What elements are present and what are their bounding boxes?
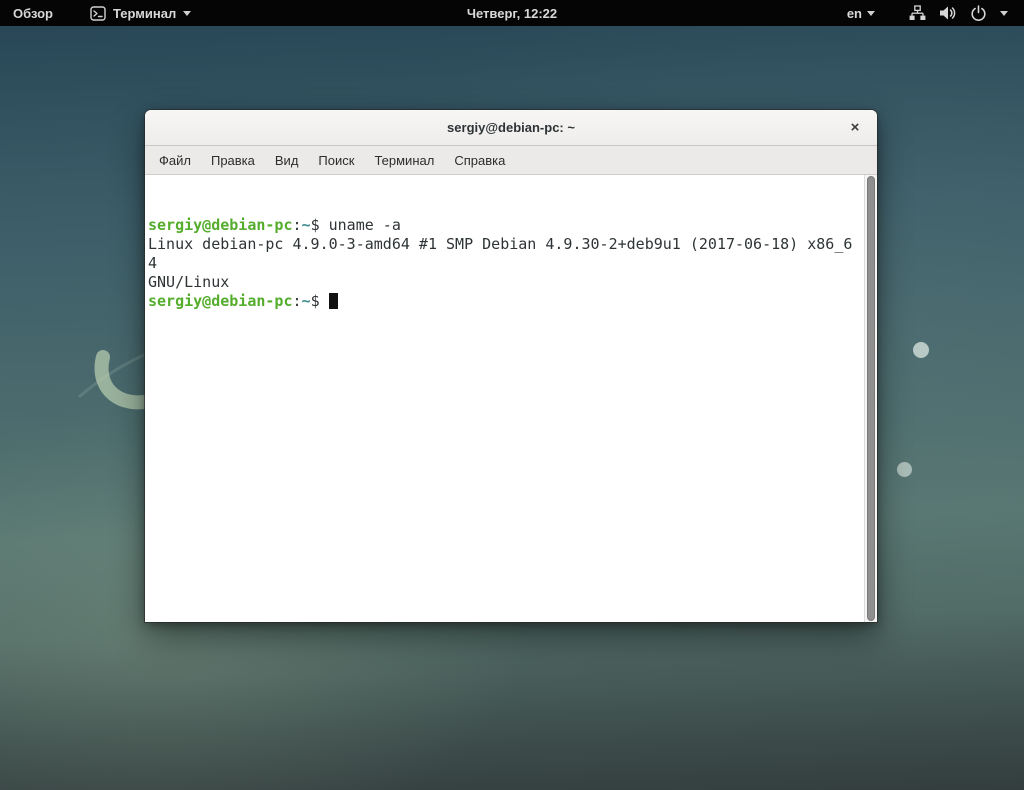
clock-label: Четверг, 12:22 bbox=[466, 5, 558, 21]
scrollbar[interactable] bbox=[864, 175, 877, 622]
gnome-top-bar: Обзор Терминал Четверг, 12:22 en bbox=[0, 0, 1024, 26]
terminal-text-segment: : bbox=[292, 216, 302, 234]
terminal-text-segment: $ bbox=[310, 292, 329, 310]
volume-icon bbox=[939, 5, 957, 21]
terminal-line: Linux debian-pc 4.9.0-3-amd64 #1 SMP Deb… bbox=[148, 235, 861, 273]
power-icon bbox=[970, 4, 987, 22]
window-titlebar[interactable]: sergiy@debian-pc: ~ × bbox=[145, 110, 877, 146]
terminal-cursor bbox=[328, 293, 338, 309]
chevron-down-icon bbox=[1000, 10, 1008, 16]
terminal-text-segment: sergiy@debian-pc bbox=[148, 216, 293, 234]
terminal-line: sergiy@debian-pc:~$ uname -a bbox=[148, 216, 861, 235]
terminal-text-segment: sergiy@debian-pc bbox=[148, 292, 293, 310]
close-button[interactable]: × bbox=[845, 118, 865, 138]
menu-item-search[interactable]: Поиск bbox=[308, 149, 364, 172]
window-title: sergiy@debian-pc: ~ bbox=[447, 120, 575, 135]
terminal-window: sergiy@debian-pc: ~ × Файл Правка Вид Поиск… bbox=[145, 110, 877, 622]
keyboard-layout-button[interactable]: en bbox=[837, 0, 885, 26]
terminal-menubar: Файл Правка Вид Поиск Терминал Справка bbox=[145, 146, 877, 175]
menu-item-view[interactable]: Вид bbox=[265, 149, 309, 172]
terminal-text-segment: : bbox=[292, 292, 302, 310]
activities-button[interactable]: Обзор bbox=[0, 0, 66, 26]
terminal-text-segment: ~ bbox=[301, 216, 311, 234]
terminal-screen[interactable]: sergiy@debian-pc:~$ uname -a Linux debian… bbox=[145, 175, 877, 622]
menu-item-help[interactable]: Справка bbox=[444, 149, 515, 172]
terminal-text-segment: GNU/Linux bbox=[148, 273, 230, 291]
chevron-down-icon bbox=[867, 10, 875, 16]
activities-label: Обзор bbox=[13, 5, 53, 21]
terminal-line: sergiy@debian-pc:~$ bbox=[148, 292, 861, 311]
clock-button[interactable]: Четверг, 12:22 bbox=[459, 0, 565, 26]
terminal-text-segment: ~ bbox=[301, 292, 311, 310]
keyboard-layout-label: en bbox=[846, 5, 862, 21]
wallpaper-dot bbox=[897, 462, 912, 477]
terminal-line: GNU/Linux bbox=[148, 273, 861, 292]
terminal-text-segment: Linux debian-pc 4.9.0-3-amd64 #1 SMP Deb… bbox=[148, 235, 853, 272]
app-menu-button[interactable]: Терминал bbox=[82, 0, 199, 26]
app-menu-label: Терминал bbox=[113, 5, 177, 21]
network-wired-icon bbox=[909, 5, 926, 21]
terminal-text-segment: $ uname -a bbox=[310, 216, 401, 234]
chevron-down-icon bbox=[183, 10, 192, 16]
menu-item-file[interactable]: Файл bbox=[149, 149, 201, 172]
menu-item-edit[interactable]: Правка bbox=[201, 149, 265, 172]
terminal-icon bbox=[90, 5, 106, 21]
scrollbar-thumb[interactable] bbox=[867, 176, 875, 621]
top-bar-right: en bbox=[837, 0, 1018, 26]
wallpaper-dot bbox=[913, 342, 929, 358]
system-menu-button[interactable] bbox=[885, 0, 1018, 26]
menu-item-terminal[interactable]: Терминал bbox=[364, 149, 444, 172]
